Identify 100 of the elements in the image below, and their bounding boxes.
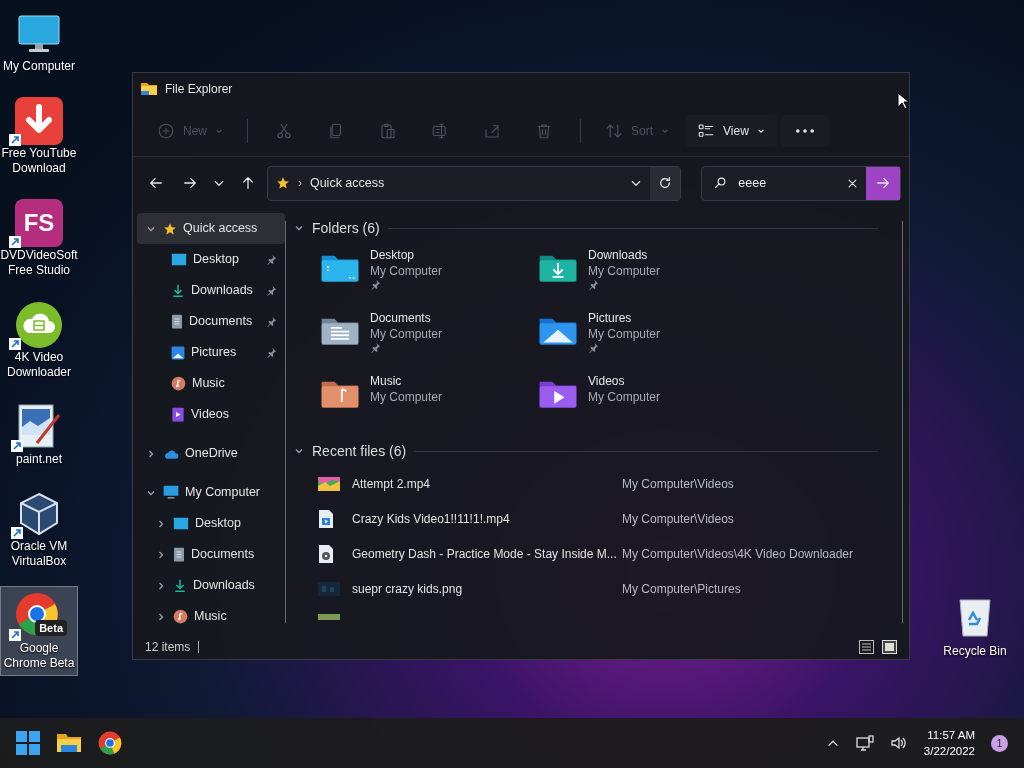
rename-icon [431,121,449,140]
chevron-right-icon[interactable] [156,549,166,560]
file-thumbnail-icon [318,614,340,620]
download-icon [173,578,187,593]
up-arrow-icon[interactable] [240,176,255,190]
cube-icon [17,490,61,538]
windows-logo-icon[interactable] [16,731,40,755]
video-file-icon [318,508,334,529]
trash-icon [535,121,553,140]
cloud-icon [15,301,63,349]
file-row[interactable]: Crazy Kids Video1!!11!1!.mp4 My Computer\Videos [294,501,878,536]
back-arrow-icon[interactable] [149,176,163,190]
video-icon [171,407,185,422]
notification-badge[interactable]: 1 [991,734,1008,752]
pin-icon [266,254,277,265]
desktop-icon[interactable]: paint.net [0,397,78,472]
file-row[interactable]: Geometry Dash - Practice Mode - Stay Inside M... My Computer\Videos\4K Video Downloader [294,536,878,571]
pin-icon [588,342,599,353]
more-icon [795,128,814,133]
clipboard-icon [379,121,397,140]
browser-logo-icon[interactable] [98,731,122,755]
toolbar-button[interactable]: View [685,114,777,147]
more-button[interactable] [780,114,829,147]
pin-icon [370,279,381,290]
refresh-button[interactable] [650,166,681,200]
desktop-icon[interactable]: 4K Video Downloader [0,295,78,385]
document-icon [171,314,183,329]
clear-icon[interactable] [847,177,858,189]
section-header[interactable]: Recent files (6) [294,440,878,462]
sidebar-item[interactable]: Pictures [137,337,285,368]
plus-circle-icon [157,121,175,140]
desktop-icon[interactable]: My Computer [0,4,78,79]
desktop-icon[interactable]: Oracle VM VirtualBox [0,484,78,574]
pin-icon [370,342,381,353]
sidebar-item[interactable]: Documents [137,306,285,337]
desktop-icon[interactable]: Free YouTube Download [0,91,78,181]
sidebar-item[interactable]: Quick access [137,213,285,244]
painting-icon [17,403,61,451]
folder-icon [141,82,157,96]
sidebar-item[interactable]: Documents [137,539,285,570]
sidebar-item[interactable]: Downloads [137,275,285,306]
folder-tile[interactable]: Downloads My Computer [536,247,754,302]
document-icon [173,547,185,562]
sidebar-item[interactable]: Desktop [137,508,285,539]
list-view-icon [697,121,716,140]
app-logo: FS [15,199,63,247]
desktop-icon[interactable]: Recycle Bin [940,594,1010,660]
chevron-right-icon[interactable] [156,611,166,622]
search-icon [714,177,727,189]
scissors-icon [275,121,293,140]
picture-icon [171,345,185,360]
chevron-right-icon[interactable] [146,448,156,459]
desktop-icon[interactable]: FS DVDVideoSoft Free Studio [0,193,78,283]
pin-icon [588,279,599,290]
folder-tile[interactable]: Videos My Computer [536,373,754,428]
tiles-view-icon[interactable] [882,640,897,654]
search-go-button[interactable] [866,166,900,200]
video-thumbnail-icon [318,476,340,491]
chevron-down-icon[interactable] [294,223,304,233]
image-thumbnail-icon [318,581,340,596]
clock[interactable]: 11:57 AM 3/22/2022 [923,727,975,759]
pin-icon [266,347,277,358]
sidebar-item[interactable]: My Computer [137,477,285,508]
search-field[interactable]: eeee [701,165,901,201]
sidebar-item[interactable]: Music [137,368,285,399]
folder-icon[interactable] [56,732,82,754]
sort-arrows-icon [605,121,623,140]
sidebar-item[interactable]: Downloads [137,570,285,601]
sidebar-item[interactable]: OneDrive [137,438,285,469]
file-row[interactable]: suepr crazy kids.png My Computer\Pictures [294,571,878,606]
folder-tile[interactable]: Documents My Computer [318,310,536,365]
folder-tile[interactable]: Pictures My Computer [536,310,754,365]
right-arrow-icon [876,176,890,190]
sidebar-item[interactable]: Desktop [137,244,285,275]
speaker-icon[interactable] [889,735,908,751]
refresh-icon [658,176,673,190]
star-icon [275,176,290,190]
download-icon [171,283,185,298]
section-header[interactable]: Folders (6) [294,217,878,239]
mouse-pointer-icon [897,92,909,110]
desktop-icon[interactable]: Beta Google Chrome Beta [0,586,78,676]
sidebar-item[interactable]: Videos [137,399,285,430]
chevron-right-icon[interactable] [156,518,166,529]
chevron-right-icon[interactable] [156,580,166,591]
monitor-icon [163,485,179,500]
music-note-icon [173,609,188,624]
music-note-icon [171,376,186,391]
file-row[interactable]: Attempt 2.mp4 My Computer\Videos [294,466,878,501]
desktop-icon [173,517,189,530]
folder-tile[interactable]: Music My Computer [318,373,536,428]
forward-arrow-icon[interactable] [183,176,197,190]
media-file-icon [318,543,334,564]
network-icon[interactable] [855,735,874,751]
folder-tile[interactable]: Desktop My Computer [318,247,536,302]
desktop-icon [171,253,187,266]
chevron-down-icon[interactable] [294,446,304,456]
address-bar[interactable]: › Quick access [266,165,682,201]
details-view-icon[interactable] [859,640,874,654]
breadcrumb[interactable]: Quick access [309,173,385,193]
sidebar-item[interactable]: Music [137,601,285,632]
